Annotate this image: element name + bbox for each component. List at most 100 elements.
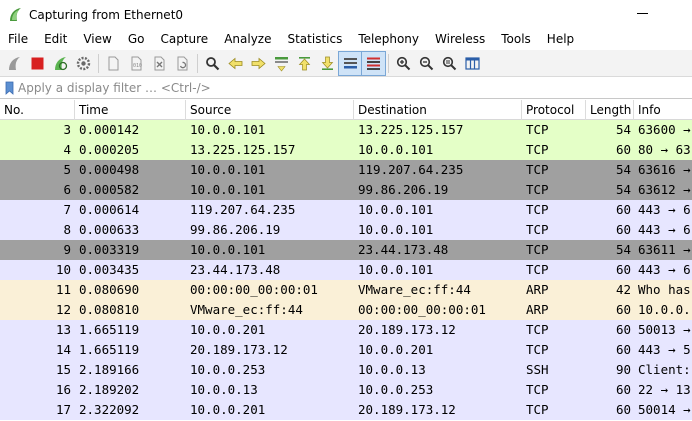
packet-row[interactable]: 14 1.665119 20.189.173.12 10.0.0.201 TCP 60 44… <box>0 340 692 360</box>
packet-row[interactable]: 6 0.000582 10.0.0.101 99.86.206.19 TCP 54 6361… <box>0 180 692 200</box>
go-to-packet-button[interactable] <box>270 52 293 75</box>
packet-protocol: ARP <box>526 302 549 317</box>
arrow-right-icon <box>251 57 266 69</box>
packet-row[interactable]: 3 0.000142 10.0.0.101 13.225.125.157 TCP 54 63… <box>0 120 692 140</box>
packet-row[interactable]: 5 0.000498 10.0.0.101 119.207.64.235 TCP 54 63… <box>0 160 692 180</box>
zoom-in-button[interactable] <box>392 52 415 75</box>
resize-columns-button[interactable] <box>461 52 484 75</box>
packet-no: 13 <box>55 322 71 337</box>
packet-protocol: TCP <box>526 182 549 197</box>
svg-text:010: 010 <box>133 63 142 69</box>
packet-row[interactable]: 8 0.000633 99.86.206.19 10.0.0.101 TCP 60 443 … <box>0 220 692 240</box>
capture-options-button[interactable] <box>72 52 95 75</box>
packet-row[interactable]: 13 1.665119 10.0.0.201 20.189.173.12 TCP 60 50… <box>0 320 692 340</box>
packet-row[interactable]: 9 0.003319 10.0.0.101 23.44.173.48 TCP 54 6361… <box>0 240 692 260</box>
packet-row[interactable]: 10 0.003435 23.44.173.48 10.0.0.101 TCP 60 443… <box>0 260 692 280</box>
zoom-reset-icon <box>442 56 457 70</box>
packet-source: 10.0.0.201 <box>190 322 266 337</box>
menu-go[interactable]: Go <box>120 29 153 50</box>
title-bar: Capturing from Ethernet0 <box>0 0 692 29</box>
start-capture-button[interactable] <box>3 52 26 75</box>
packet-length: 60 <box>615 302 631 317</box>
packet-length: 60 <box>615 222 631 237</box>
gear-icon <box>76 56 91 70</box>
zoom-in-icon <box>396 56 411 70</box>
packet-info: Client: <box>638 362 691 377</box>
shark-fin-icon <box>9 56 20 70</box>
column-header-info[interactable]: Info <box>634 100 692 120</box>
packet-info: 63612 → <box>638 182 691 197</box>
packet-row[interactable]: 16 2.189202 10.0.0.13 10.0.0.253 TCP 60 22 → 1… <box>0 380 692 400</box>
packet-row[interactable]: 7 0.000614 119.207.64.235 10.0.0.101 TCP 60 44… <box>0 200 692 220</box>
packet-row[interactable]: 4 0.000205 13.225.125.157 10.0.0.101 TCP 60 80… <box>0 140 692 160</box>
packet-destination: 10.0.0.101 <box>358 142 434 157</box>
packet-protocol: TCP <box>526 402 549 417</box>
packet-length: 60 <box>615 382 631 397</box>
window-title: Capturing from Ethernet0 <box>29 7 184 22</box>
column-header-destination[interactable]: Destination <box>354 100 522 120</box>
menu-telephony[interactable]: Telephony <box>350 29 427 50</box>
close-file-icon <box>154 56 165 70</box>
restart-capture-button[interactable] <box>49 52 72 75</box>
zoom-reset-button[interactable] <box>438 52 461 75</box>
packet-no: 14 <box>55 342 71 357</box>
column-header-source[interactable]: Source <box>186 100 354 120</box>
display-filter-input[interactable] <box>18 78 678 98</box>
column-header-protocol[interactable]: Protocol <box>522 100 586 120</box>
packet-length: 60 <box>615 142 631 157</box>
column-header-time[interactable]: Time <box>75 100 186 120</box>
packet-protocol: TCP <box>526 382 549 397</box>
packet-row[interactable]: 12 0.080810 VMware_ec:ff:44 00:00:00_00:00:… <box>0 300 692 320</box>
file-icon <box>108 56 119 70</box>
go-back-button[interactable] <box>224 52 247 75</box>
stop-capture-button[interactable] <box>26 52 49 75</box>
close-file-button[interactable] <box>148 52 171 75</box>
go-forward-button[interactable] <box>247 52 270 75</box>
minimize-button[interactable] <box>637 13 648 14</box>
open-file-button[interactable] <box>102 52 125 75</box>
colorize-button[interactable] <box>361 50 386 76</box>
menu-analyze[interactable]: Analyze <box>216 29 279 50</box>
reload-file-button[interactable] <box>171 52 194 75</box>
packet-row[interactable]: 17 2.322092 10.0.0.201 20.189.173.12 TCP 60 50… <box>0 400 692 420</box>
column-header-no[interactable]: No. <box>0 100 75 120</box>
menu-file[interactable]: File <box>0 29 36 50</box>
menu-statistics[interactable]: Statistics <box>279 29 350 50</box>
zoom-out-icon <box>419 56 434 70</box>
menu-edit[interactable]: Edit <box>36 29 75 50</box>
last-packet-button[interactable] <box>316 52 339 75</box>
menu-tools[interactable]: Tools <box>493 29 539 50</box>
packet-info: 50014 → <box>638 402 691 417</box>
packet-no: 15 <box>55 362 71 377</box>
packet-protocol: TCP <box>526 342 549 357</box>
filter-bookmark-button[interactable] <box>0 78 18 99</box>
save-file-button[interactable]: 010 <box>125 52 148 75</box>
column-header-length[interactable]: Length <box>586 100 634 120</box>
menu-view[interactable]: View <box>75 29 119 50</box>
packet-no: 6 <box>63 182 71 197</box>
packet-length: 42 <box>615 282 631 297</box>
packet-no: 12 <box>55 302 71 317</box>
packet-destination: 10.0.0.201 <box>358 342 434 357</box>
zoom-out-button[interactable] <box>415 52 438 75</box>
packet-time: 0.003319 <box>79 242 140 257</box>
packet-destination: 119.207.64.235 <box>358 162 464 177</box>
packet-time: 0.000142 <box>79 122 140 137</box>
bookmark-icon <box>5 81 13 95</box>
menu-wireless[interactable]: Wireless <box>427 29 493 50</box>
packet-source: 10.0.0.101 <box>190 242 266 257</box>
stop-icon <box>31 57 44 69</box>
packet-list: No. Time Source Destination Protocol Len… <box>0 100 692 421</box>
first-packet-button[interactable] <box>293 52 316 75</box>
packet-protocol: TCP <box>526 222 549 237</box>
packet-row[interactable]: 15 2.189166 10.0.0.253 10.0.0.13 SSH 90 Client… <box>0 360 692 380</box>
packet-protocol: TCP <box>526 142 549 157</box>
find-packet-button[interactable] <box>201 52 224 75</box>
packet-time: 2.189166 <box>79 362 140 377</box>
auto-scroll-button[interactable] <box>338 50 363 76</box>
menu-help[interactable]: Help <box>539 29 582 50</box>
packet-row[interactable]: 11 0.080690 00:00:00_00:00:01 VMware_ec:ff:… <box>0 280 692 300</box>
packet-list-header: No. Time Source Destination Protocol Len… <box>0 100 692 120</box>
menu-capture[interactable]: Capture <box>152 29 216 50</box>
packet-source: 23.44.173.48 <box>190 262 281 277</box>
